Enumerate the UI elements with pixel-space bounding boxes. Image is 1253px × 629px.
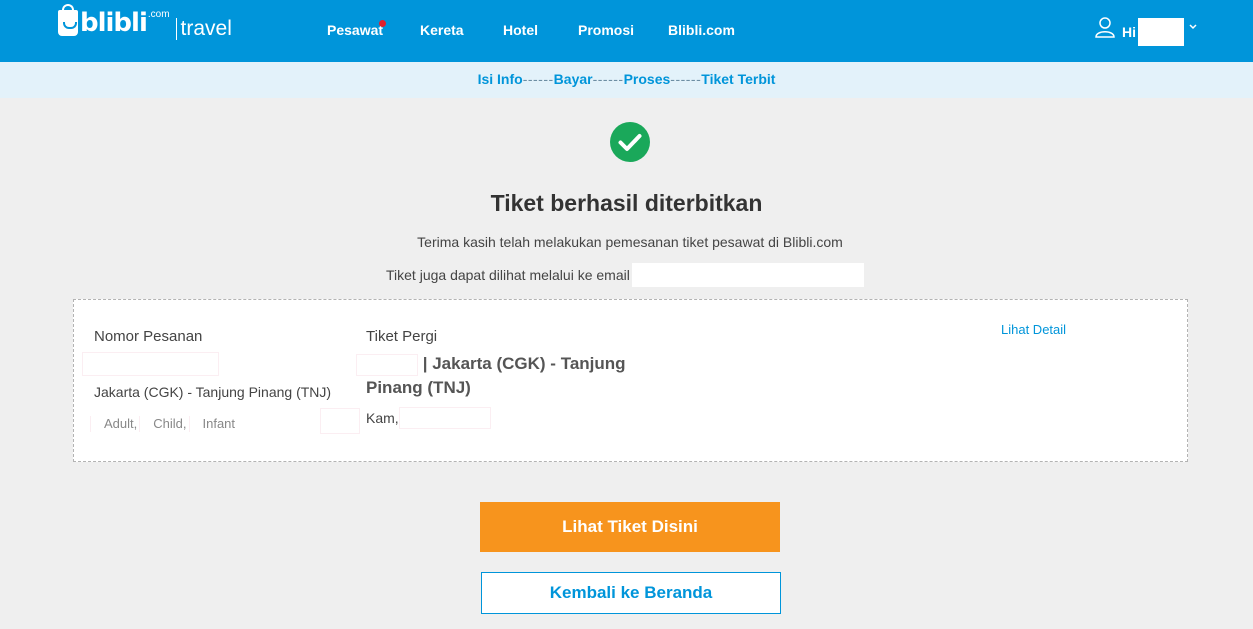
email-redacted (631, 263, 864, 287)
nav-hotel[interactable]: Hotel (503, 22, 538, 38)
step-isi-info: Isi Info (477, 71, 523, 87)
shopping-bag-logo-icon (58, 4, 78, 36)
order-number-label: Nomor Pesanan (94, 328, 203, 345)
nav-promosi[interactable]: Promosi (578, 22, 634, 38)
adult-count-redacted (90, 416, 104, 432)
logo-com: .com (147, 9, 170, 20)
flight-code-redacted (356, 353, 418, 376)
notification-dot (379, 20, 386, 27)
nav-blibli-com[interactable]: Blibli.com (668, 22, 735, 38)
view-detail-link[interactable]: Lihat Detail (1001, 322, 1066, 338)
thanks-message: Terima kasih telah melakukan pemesanan t… (417, 234, 843, 250)
booking-progress-steps: Isi Info------Bayar------Proses------Tik… (0, 62, 1253, 98)
child-count-redacted (139, 416, 154, 432)
nav-kereta[interactable]: Kereta (420, 22, 464, 38)
logo-divider (175, 18, 177, 40)
step-bayar: Bayar (553, 71, 593, 87)
step-tiket-terbit: Tiket Terbit (701, 71, 776, 87)
logo-product-name: travel (180, 17, 232, 40)
email-notice: Tiket juga dapat dilihat melalui ke emai… (386, 263, 864, 287)
pax-child: Child, (153, 416, 187, 431)
blibli-travel-logo[interactable]: blibli .com travel (58, 4, 232, 46)
infant-count-redacted (188, 416, 203, 432)
pax-adult: Adult, (104, 416, 138, 431)
user-name-redacted (1138, 18, 1184, 46)
departure-day: Kam, (366, 410, 399, 426)
pax-infant: Infant (202, 416, 236, 431)
order-number-redacted (82, 352, 219, 376)
step-proses: Proses (623, 71, 671, 87)
check-circle-icon (610, 122, 650, 162)
email-notice-text: Tiket juga dapat dilihat melalui ke emai… (386, 267, 630, 283)
extra-redacted (320, 408, 360, 434)
departure-ticket-label: Tiket Pergi (366, 328, 438, 345)
view-ticket-button[interactable]: Lihat Tiket Disini (480, 502, 780, 552)
step-separator: ------ (522, 71, 554, 87)
departure-trip: | Jakarta (CGK) - Tanjung Pinang (TNJ) (356, 352, 636, 400)
passenger-counts: Adult, Child, Infant (90, 416, 235, 432)
user-menu[interactable]: Hi (1094, 14, 1198, 50)
success-title: Tiket berhasil diterbitkan (490, 190, 763, 216)
step-separator: ------ (592, 71, 624, 87)
nav-pesawat[interactable]: Pesawat (327, 22, 383, 38)
user-greeting: Hi (1122, 24, 1136, 40)
user-outline-icon (1095, 17, 1115, 38)
order-summary-card: Nomor Pesanan Jakarta (CGK) - Tanjung Pi… (73, 299, 1188, 462)
logo-wordmark: blibli (80, 8, 148, 38)
back-to-home-button[interactable]: Kembali ke Beranda (481, 572, 781, 614)
top-navbar: blibli .com travel Pesawat Kereta Hotel … (0, 0, 1253, 62)
step-separator: ------ (670, 71, 702, 87)
chevron-down-icon (1189, 24, 1197, 30)
departure-date-redacted (398, 407, 491, 429)
departure-date: Kam, (366, 407, 491, 429)
order-route: Jakarta (CGK) - Tanjung Pinang (TNJ) (94, 384, 332, 400)
